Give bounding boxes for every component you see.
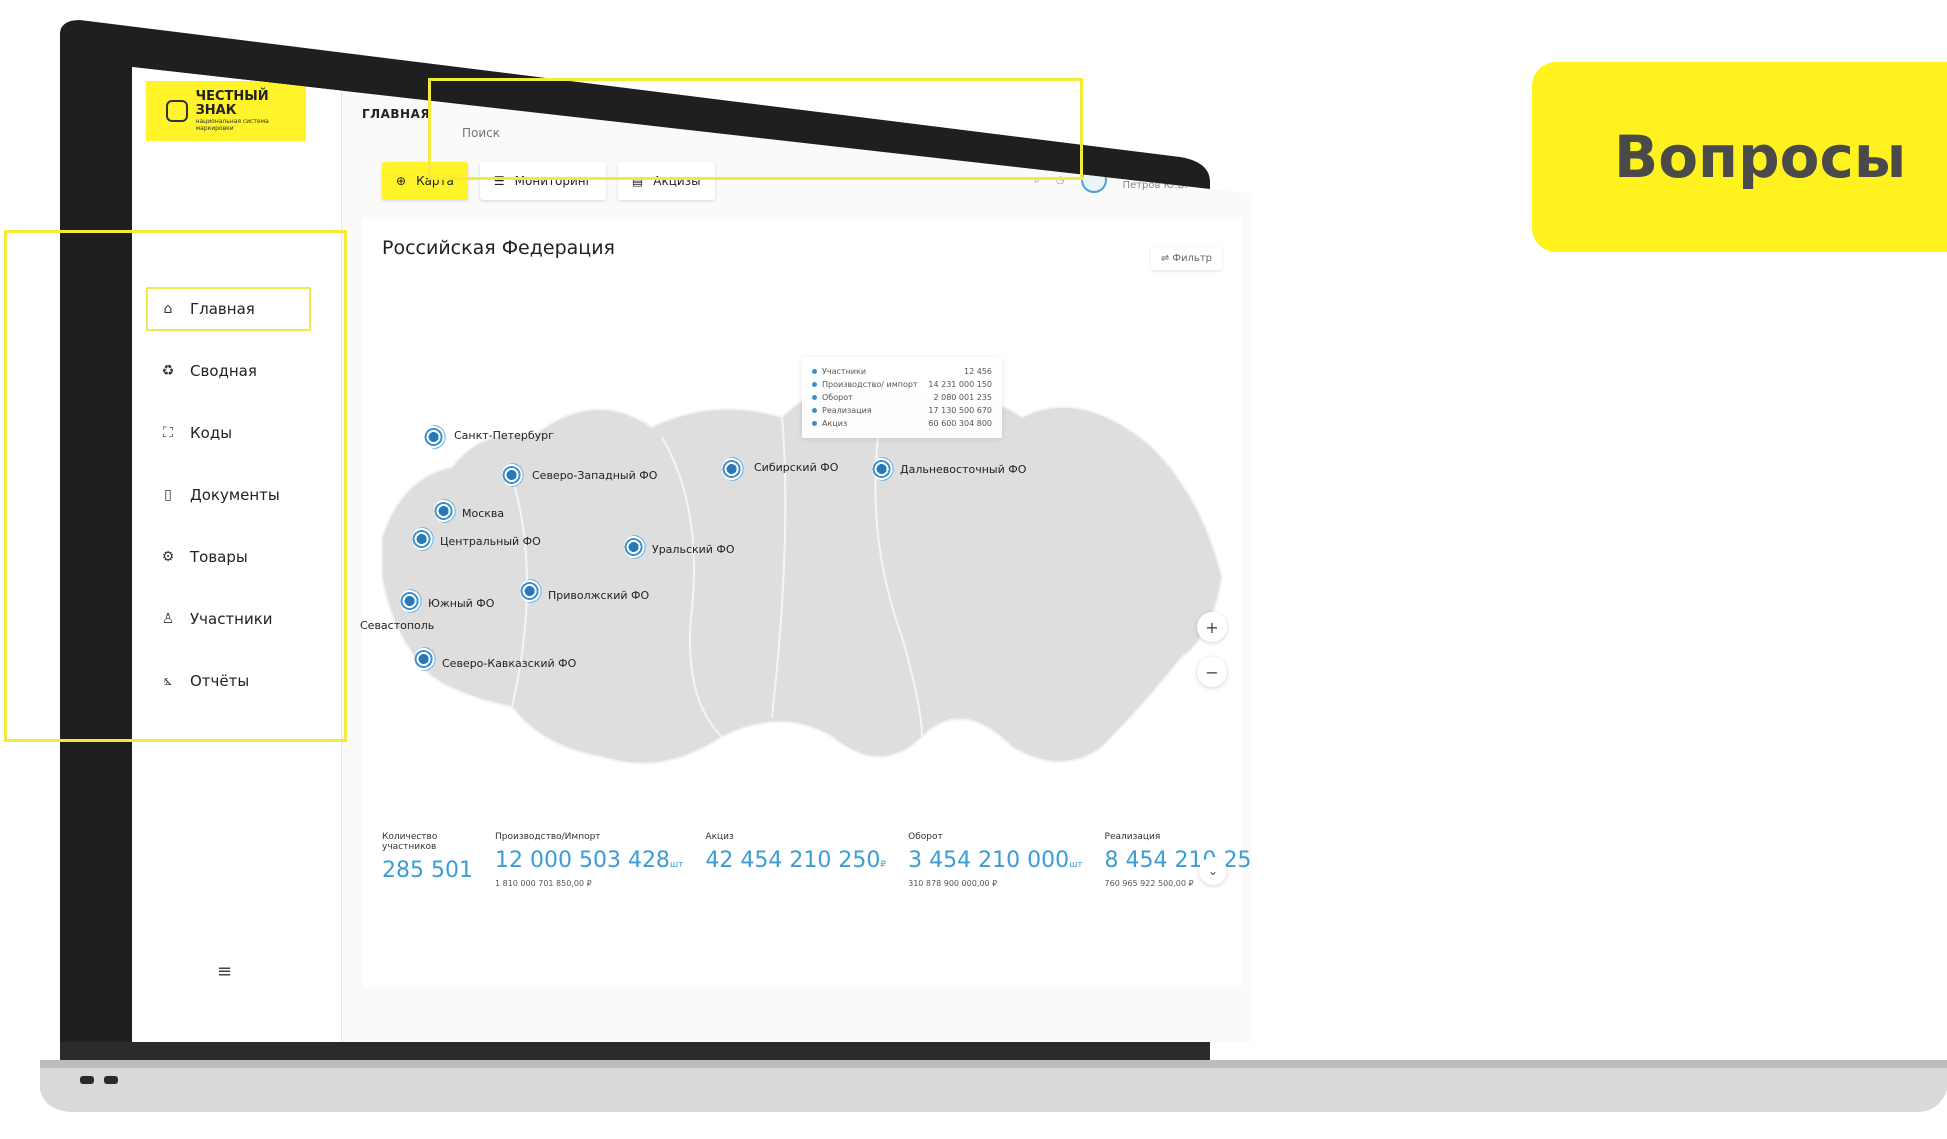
legend-value: 17 130 500 670 (928, 406, 992, 415)
region-marker[interactable] (872, 457, 896, 481)
logo-subtitle: национальная система маркировки (195, 118, 269, 132)
legend-value: 60 600 304 800 (928, 419, 992, 428)
legend-value: 14 231 000 150 (928, 380, 992, 389)
questions-badge[interactable]: Вопросы (1532, 62, 1947, 252)
menu-toggle-icon[interactable]: ≡ (217, 961, 232, 982)
legend-row: Оборот 2 080 001 235 (812, 391, 992, 404)
stat-unit: шт (1069, 860, 1083, 870)
legend-label: Акциз (822, 419, 848, 428)
region-marker[interactable] (624, 535, 648, 559)
logo-line1: ЧЕСТНЫЙ (195, 89, 269, 104)
legend-dot (812, 421, 817, 426)
stat-label: Производство/Импорт (494, 832, 601, 842)
filter-label: Фильтр (1172, 253, 1212, 264)
region-label[interactable]: Уральский ФО (652, 543, 735, 556)
legend-label: Производство/ импорт (822, 380, 918, 389)
stat-label: Количество участников (382, 832, 438, 852)
region-label[interactable]: Северо-Западный ФО (532, 469, 657, 482)
legend-dot (812, 408, 817, 413)
region-label[interactable]: Центральный ФО (440, 535, 541, 548)
legend-row: Реализация 17 130 500 670 (812, 404, 992, 417)
legend-dot (812, 382, 817, 387)
stat-sub: 1 810 000 701 850,00 ₽ (494, 879, 592, 888)
expand-stats-button[interactable]: ⌄ (1199, 857, 1227, 885)
zoom-in-button[interactable]: + (1197, 612, 1227, 642)
scene: ЧЕСТНЫЙ ЗНАК национальная система маркир… (0, 0, 1947, 1139)
region-label[interactable]: Южный ФО (428, 597, 494, 610)
region-label[interactable]: Севастополь (360, 619, 434, 632)
stat-value: 42 454 210 250 (705, 848, 881, 873)
logo-check-icon (166, 100, 188, 122)
region-label[interactable]: Сибирский ФО (754, 461, 838, 474)
legend-label: Реализация (822, 406, 872, 415)
region-marker[interactable] (412, 527, 436, 551)
legend-dot (812, 369, 817, 374)
stat-label: Акциз (705, 832, 734, 842)
stat-sub: 310 878 900 000,00 ₽ (908, 879, 998, 888)
legend-row: Акциз 60 600 304 800 (812, 417, 992, 430)
region-marker[interactable] (520, 579, 544, 603)
stat-turnover: Оборот 3 454 210 000шт 310 878 900 000,0… (908, 832, 1082, 888)
stat-unit: ₽ (880, 860, 887, 870)
region-marker[interactable] (424, 425, 448, 449)
stats-row: Количество участников 285 501 Производст… (382, 832, 1252, 888)
stat-production: Производство/Импорт 12 000 503 428шт 1 8… (495, 832, 683, 888)
region-marker[interactable] (502, 463, 526, 487)
region-marker[interactable] (434, 499, 458, 523)
globe-icon: ⊕ (396, 174, 407, 188)
stat-label: Оборот (908, 832, 943, 842)
search-highlight (428, 78, 1083, 180)
map-card: ⊕ Карта ☰ Мониторинг ▤ Акцизы ⌕ ◔ Петров… (360, 162, 1252, 987)
stat-excise: Акциз 42 454 210 250₽ (705, 832, 886, 888)
legend-row: Участники 12 456 (812, 365, 992, 378)
zoom-out-button[interactable]: − (1197, 657, 1227, 687)
nav-highlight (4, 230, 347, 742)
legend-row: Производство/ импорт 14 231 000 150 (812, 378, 992, 391)
legend-value: 2 080 001 235 (933, 393, 992, 402)
stat-value: 12 000 503 428 (494, 848, 670, 873)
legend-value: 12 456 (964, 367, 992, 376)
stat-value: 3 454 210 000 (908, 848, 1070, 873)
region-marker[interactable] (722, 457, 746, 481)
region-marker[interactable] (400, 589, 424, 613)
stat-sales: Реализация 8 454 210 250шт 760 965 922 5… (1105, 832, 1252, 888)
questions-label: Вопросы (1614, 123, 1907, 191)
filter-button[interactable]: ⇌ Фильтр (1150, 247, 1222, 270)
legend-dot (812, 395, 817, 400)
region-title: Российская Федерация (382, 237, 615, 259)
stat-value: 8 454 210 250 (1104, 848, 1252, 873)
stat-sub: 760 965 922 500,00 ₽ (1104, 879, 1194, 888)
region-label[interactable]: Дальневосточный ФО (900, 463, 1026, 476)
stat-unit: шт (669, 860, 684, 870)
laptop-base (40, 1060, 1947, 1112)
region-label[interactable]: Москва (462, 507, 504, 520)
region-label[interactable]: Санкт-Петербург (454, 429, 554, 442)
stat-participants: Количество участников 285 501 (382, 832, 473, 888)
page-title: ГЛАВНАЯ (362, 107, 431, 121)
region-label[interactable]: Северо-Кавказский ФО (442, 657, 576, 670)
stat-label: Реализация (1104, 832, 1161, 842)
region-label[interactable]: Приволжский ФО (548, 589, 649, 602)
logo[interactable]: ЧЕСТНЫЙ ЗНАК национальная система маркир… (146, 81, 306, 141)
stat-value: 285 501 (382, 858, 473, 883)
map-tooltip: Участники 12 456 Производство/ импорт 14 2… (802, 357, 1002, 438)
region-marker[interactable] (414, 647, 438, 671)
legend-label: Участники (822, 367, 867, 376)
legend-label: Оборот (822, 393, 853, 402)
filter-icon: ⇌ (1160, 253, 1173, 264)
logo-line2: ЗНАК (195, 103, 237, 118)
